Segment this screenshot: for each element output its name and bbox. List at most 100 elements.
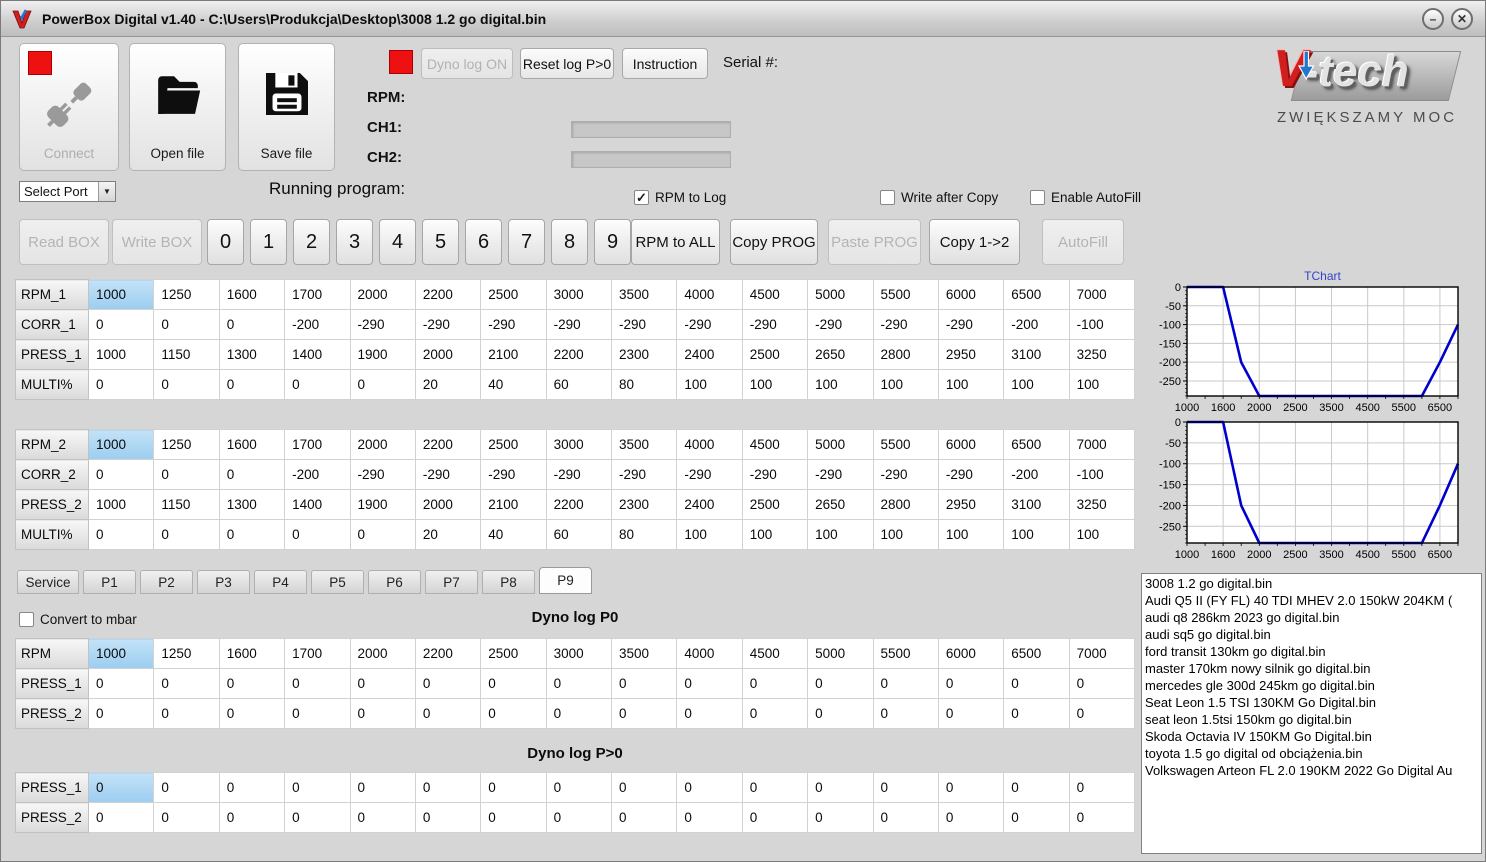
cell-PRESS_1-4[interactable]: 0 [349,772,416,803]
cell-PRESS_2-0[interactable]: 0 [87,698,155,729]
cell-MULTI%-3[interactable]: 0 [284,519,351,550]
cell-RPM_1-4[interactable]: 2000 [349,279,416,310]
cell-PRESS_1-0[interactable]: 0 [87,668,155,699]
rpm-to-log-checkbox[interactable]: ✓ RPM to Log [634,190,726,205]
cell-PRESS_2-6[interactable]: 2100 [480,489,547,520]
cell-RPM_1-11[interactable]: 5000 [807,279,874,310]
cell-MULTI%-7[interactable]: 60 [545,519,613,550]
cell-PRESS_2-7[interactable]: 2200 [545,489,613,520]
cell-MULTI%-10[interactable]: 100 [741,519,809,550]
cell-PRESS_2-2[interactable]: 0 [218,698,286,729]
cell-RPM_1-1[interactable]: 1250 [153,279,220,310]
cell-MULTI%-6[interactable]: 40 [480,369,547,400]
cell-RPM_2-9[interactable]: 4000 [676,429,743,460]
instruction-button[interactable]: Instruction [622,48,708,79]
cell-MULTI%-1[interactable]: 0 [153,519,220,550]
tab-p6[interactable]: P6 [368,570,421,594]
cell-PRESS_1-3[interactable]: 0 [284,668,351,699]
cell-RPM-3[interactable]: 1700 [284,638,351,669]
cell-RPM_2-6[interactable]: 2500 [480,429,547,460]
cell-PRESS_2-1[interactable]: 1150 [153,489,220,520]
cell-CORR_1-8[interactable]: -290 [610,309,678,340]
cell-RPM_1-12[interactable]: 5500 [872,279,939,310]
cell-RPM_1-6[interactable]: 2500 [480,279,547,310]
cell-MULTI%-8[interactable]: 80 [610,369,678,400]
cell-MULTI%-10[interactable]: 100 [741,369,809,400]
cell-CORR_1-7[interactable]: -290 [545,309,613,340]
cell-PRESS_2-13[interactable]: 0 [937,802,1005,833]
reset-log-button[interactable]: Reset log P>0 [520,48,614,79]
cell-PRESS_2-8[interactable]: 0 [610,698,678,729]
cell-PRESS_2-2[interactable]: 0 [218,802,286,833]
cell-PRESS_1-13[interactable]: 0 [937,668,1005,699]
cell-PRESS_1-13[interactable]: 2950 [937,339,1005,370]
cell-PRESS_2-15[interactable]: 0 [1068,698,1136,729]
cell-RPM-7[interactable]: 3000 [545,638,613,669]
cell-PRESS_2-3[interactable]: 0 [284,698,351,729]
file-list-item[interactable]: Skoda Octavia IV 150KM Go Digital.bin [1142,728,1481,745]
cell-PRESS_2-9[interactable]: 2400 [676,489,743,520]
enable-autofill-checkbox[interactable]: Enable AutoFill [1030,190,1141,205]
cell-PRESS_2-11[interactable]: 0 [807,698,874,729]
cell-CORR_2-6[interactable]: -290 [480,459,547,490]
cell-RPM_1-0[interactable]: 1000 [87,279,155,310]
cell-RPM-14[interactable]: 6500 [1003,638,1070,669]
cell-PRESS_2-12[interactable]: 0 [872,802,939,833]
cell-PRESS_1-11[interactable]: 0 [807,772,874,803]
cell-PRESS_2-9[interactable]: 0 [676,802,743,833]
cell-PRESS_1-2[interactable]: 0 [218,668,286,699]
cell-PRESS_2-0[interactable]: 0 [87,802,155,833]
cell-PRESS_1-10[interactable]: 0 [741,668,809,699]
cell-RPM_2-14[interactable]: 6500 [1003,429,1070,460]
cell-PRESS_2-8[interactable]: 2300 [610,489,678,520]
cell-CORR_1-6[interactable]: -290 [480,309,547,340]
cell-CORR_1-11[interactable]: -290 [807,309,874,340]
cell-MULTI%-5[interactable]: 20 [414,369,482,400]
file-list-item[interactable]: audi sq5 go digital.bin [1142,626,1481,643]
program-button-4[interactable]: 4 [379,219,416,265]
cell-PRESS_2-4[interactable]: 1900 [349,489,416,520]
cell-RPM_1-10[interactable]: 4500 [741,279,809,310]
cell-CORR_1-9[interactable]: -290 [676,309,743,340]
cell-PRESS_2-14[interactable]: 0 [1003,698,1070,729]
cell-RPM_2-8[interactable]: 3500 [610,429,678,460]
cell-PRESS_1-2[interactable]: 1300 [218,339,286,370]
cell-PRESS_2-11[interactable]: 0 [807,802,874,833]
file-list-item[interactable]: Audi Q5 II (FY FL) 40 TDI MHEV 2.0 150kW… [1142,592,1481,609]
copy-1-to-2-button[interactable]: Copy 1->2 [929,219,1020,265]
cell-RPM_2-4[interactable]: 2000 [349,429,416,460]
dyno-log-on-button[interactable]: Dyno log ON [421,48,513,79]
cell-PRESS_2-1[interactable]: 0 [153,698,220,729]
cell-PRESS_2-6[interactable]: 0 [480,698,547,729]
cell-PRESS_2-11[interactable]: 2650 [807,489,874,520]
cell-PRESS_1-4[interactable]: 1900 [349,339,416,370]
cell-PRESS_1-10[interactable]: 0 [741,772,809,803]
cell-MULTI%-3[interactable]: 0 [284,369,351,400]
cell-PRESS_1-15[interactable]: 3250 [1068,339,1136,370]
write-box-button[interactable]: Write BOX [112,219,202,265]
open-file-button[interactable]: Open file [129,43,226,171]
cell-PRESS_2-2[interactable]: 1300 [218,489,286,520]
cell-MULTI%-5[interactable]: 20 [414,519,482,550]
cell-PRESS_1-2[interactable]: 0 [218,772,286,803]
cell-CORR_1-13[interactable]: -290 [937,309,1005,340]
tab-p8[interactable]: P8 [482,570,535,594]
cell-PRESS_2-10[interactable]: 0 [741,698,809,729]
cell-RPM_2-2[interactable]: 1600 [218,429,286,460]
cell-PRESS_2-5[interactable]: 0 [414,698,482,729]
cell-RPM-12[interactable]: 5500 [872,638,939,669]
cell-PRESS_1-3[interactable]: 1400 [284,339,351,370]
cell-PRESS_1-8[interactable]: 2300 [610,339,678,370]
cell-PRESS_1-1[interactable]: 0 [153,772,220,803]
program-button-8[interactable]: 8 [551,219,588,265]
cell-PRESS_1-8[interactable]: 0 [610,668,678,699]
cell-PRESS_1-6[interactable]: 2100 [480,339,547,370]
cell-PRESS_1-15[interactable]: 0 [1068,772,1136,803]
cell-PRESS_2-12[interactable]: 0 [872,698,939,729]
cell-MULTI%-1[interactable]: 0 [153,369,220,400]
cell-MULTI%-8[interactable]: 80 [610,519,678,550]
cell-PRESS_2-5[interactable]: 0 [414,802,482,833]
cell-PRESS_1-11[interactable]: 2650 [807,339,874,370]
cell-PRESS_2-4[interactable]: 0 [349,802,416,833]
cell-MULTI%-14[interactable]: 100 [1003,369,1070,400]
